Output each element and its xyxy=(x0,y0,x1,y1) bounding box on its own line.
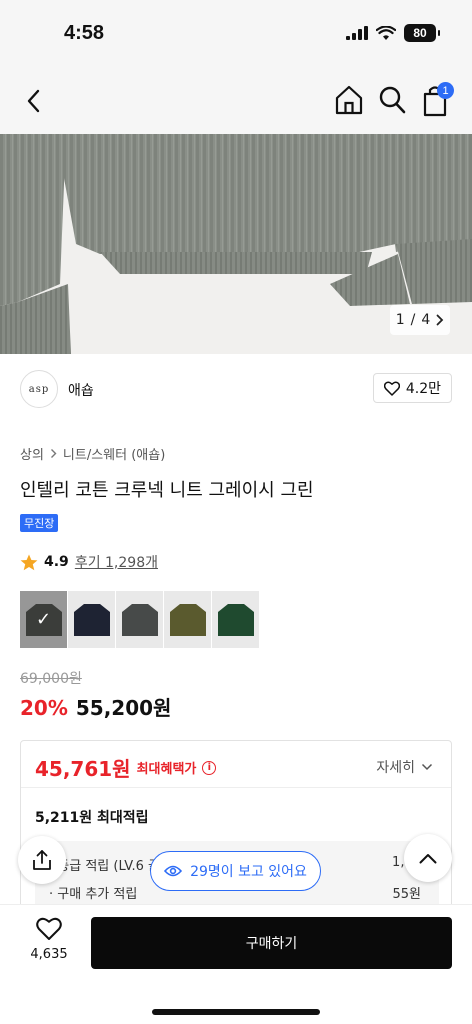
shipping-badge: 무진장 xyxy=(20,514,59,532)
swatch-3[interactable] xyxy=(116,591,163,648)
discount-rate: 20% xyxy=(20,696,68,720)
cart-button[interactable]: 1 xyxy=(420,82,454,118)
share-icon xyxy=(33,850,51,870)
review-count-link[interactable]: 후기 1,298개 xyxy=(75,552,158,572)
image-counter-separator: / xyxy=(410,312,416,328)
breadcrumb-category[interactable]: 상의 xyxy=(20,444,44,463)
status-icons: 80 xyxy=(346,24,440,42)
bottom-action-bar: 4,635 구매하기 xyxy=(0,904,472,1024)
rating-row[interactable]: 4.9 후기 1,298개 xyxy=(20,552,158,572)
wishlist-count: 4,635 xyxy=(30,947,68,962)
wishlist-button[interactable]: 4,635 xyxy=(24,917,74,962)
brand-logo[interactable]: asp xyxy=(20,370,58,408)
sale-price-row: 20% 55,200원 xyxy=(20,692,171,721)
sweater-thumb xyxy=(217,603,254,636)
product-title: 인텔리 코튼 크루넥 니트 그레이시 그린 xyxy=(20,480,314,501)
chevron-up-icon xyxy=(419,853,437,863)
share-button[interactable] xyxy=(18,836,66,884)
cart-badge: 1 xyxy=(437,82,454,99)
color-swatches: ✓ xyxy=(20,591,259,648)
max-points: 5,211원 최대적립 xyxy=(35,810,149,826)
breadcrumb: 상의 니트/스웨터 (애숍) xyxy=(20,444,165,463)
swatch-1[interactable]: ✓ xyxy=(20,591,67,648)
wifi-icon xyxy=(376,25,396,40)
benefit-detail-toggle[interactable]: 자세히 xyxy=(376,757,433,777)
chevron-down-icon xyxy=(421,763,433,771)
swatch-4[interactable] xyxy=(164,591,211,648)
benefit-detail-label: 자세히 xyxy=(376,760,415,776)
brand-row[interactable]: asp 애숍 4.2만 xyxy=(0,354,472,424)
sweater-thumb xyxy=(121,603,158,636)
max-benefit-label: 최대혜택가 xyxy=(136,762,197,777)
rating-score: 4.9 xyxy=(44,554,69,570)
max-benefit-row: 45,761원 최대혜택가 i xyxy=(35,753,217,782)
signal-icon xyxy=(346,26,368,40)
home-icon[interactable] xyxy=(334,84,364,116)
points-row-value: 55원 xyxy=(392,887,421,902)
info-icon[interactable]: i xyxy=(202,760,217,775)
heart-icon xyxy=(383,381,400,396)
brand-like-count: 4.2만 xyxy=(405,381,441,397)
back-icon[interactable] xyxy=(20,86,50,116)
swatch-2[interactable] xyxy=(68,591,115,648)
star-icon xyxy=(20,554,38,570)
image-counter-total: 4 xyxy=(421,312,431,328)
chevron-right-icon xyxy=(50,449,57,458)
home-indicator xyxy=(152,1009,320,1015)
chevron-right-icon xyxy=(436,314,444,326)
sweater-thumb xyxy=(169,603,206,636)
original-price: 69,000원 xyxy=(20,671,82,687)
brand-name[interactable]: 애숍 xyxy=(68,380,94,400)
status-bar: 4:58 80 xyxy=(0,0,472,68)
brand-like-button[interactable]: 4.2만 xyxy=(372,373,452,403)
search-icon[interactable] xyxy=(378,85,406,115)
nav-bar: 1 xyxy=(0,68,472,134)
viewers-count-pill[interactable]: 29명이 보고 있어요 xyxy=(150,851,321,891)
battery-icon: 80 xyxy=(404,24,440,42)
sale-price: 55,200원 xyxy=(75,696,172,720)
status-time: 4:58 xyxy=(64,22,105,44)
max-benefit-price: 45,761원 xyxy=(35,757,131,781)
image-counter-current: 1 xyxy=(395,312,405,328)
swatch-5[interactable] xyxy=(212,591,259,648)
scroll-top-button[interactable] xyxy=(404,834,452,882)
viewers-text: 29명이 보고 있어요 xyxy=(190,864,307,880)
breadcrumb-subcategory[interactable]: 니트/스웨터 (애숍) xyxy=(63,444,165,463)
heart-icon xyxy=(36,917,62,940)
buy-button[interactable]: 구매하기 xyxy=(91,917,452,969)
image-counter[interactable]: 1 / 4 xyxy=(390,305,450,335)
eye-icon xyxy=(164,865,183,877)
sweater-thumb xyxy=(73,603,110,636)
points-row-label: · 구매 추가 적립 xyxy=(49,887,138,902)
check-icon: ✓ xyxy=(35,609,52,630)
divider xyxy=(21,787,451,788)
